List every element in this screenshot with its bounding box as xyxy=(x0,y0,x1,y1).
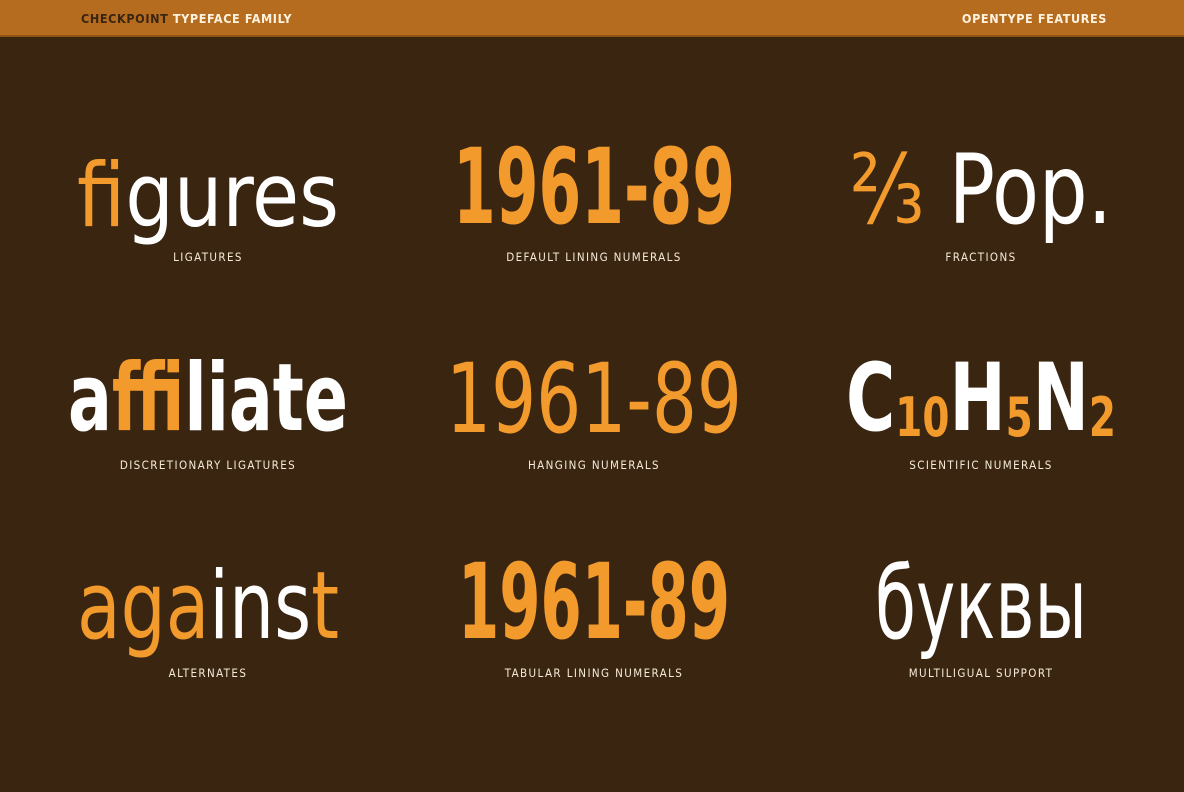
caption-discretionary-ligatures: DISCRETIONARY LIGATURES xyxy=(119,458,297,472)
caption-multilingual-support: MULTILIGUAL SUPPORT xyxy=(908,666,1054,680)
sample-default-lining-glyphs: 1961-89 xyxy=(453,126,735,248)
default-lining-number: 1961-89 xyxy=(453,126,735,248)
fractions-text: ⅔ Pop. xyxy=(850,134,1112,246)
alternates-part-1: ins xyxy=(209,552,311,661)
section-title: OPENTYPE FEATURES xyxy=(961,11,1107,26)
alternates-word: against xyxy=(77,552,339,661)
scientific-part-0: C xyxy=(846,344,895,453)
tabular-part-0: 1961-89 xyxy=(458,541,730,663)
hanging-number: 1961-89 xyxy=(446,343,742,455)
brand-name: CHECKPOINT xyxy=(81,11,169,26)
scientific-formula: C10H5N2 xyxy=(846,344,1116,453)
default_lining-part-0: 1961-89 xyxy=(453,126,735,248)
brand-title: CHECKPOINT TYPEFACE FAMILY xyxy=(81,11,292,26)
tabular-number: 1961-89 xyxy=(458,541,730,663)
scientific-part-3: 5 xyxy=(1006,385,1033,449)
hanging-part-0: 1961-89 xyxy=(446,343,742,455)
caption-alternates: ALTERNATES xyxy=(168,666,248,680)
alternates-part-2: t xyxy=(311,552,339,661)
sample-scientific-numerals: C10H5N2 SCIENTIFIC NUMERALS xyxy=(811,318,1151,508)
sample-alternates-glyphs: against xyxy=(77,552,339,661)
sample-hanging-numerals: 1961-89 HANGING NUMERALS xyxy=(424,318,764,508)
scientific-part-4: N xyxy=(1033,344,1089,453)
alternates-part-0: aga xyxy=(77,552,209,661)
sample-multilingual-support: буквы MULTILIGUAL SUPPORT xyxy=(811,526,1151,716)
scientific-part-2: H xyxy=(949,344,1005,453)
sample-fractions-glyphs: ⅔ Pop. xyxy=(850,134,1112,246)
sample-discretionary-ligatures: affiliate DISCRETIONARY LIGATURES xyxy=(38,318,378,508)
caption-default-lining-numerals: DEFAULT LINING NUMERALS xyxy=(506,250,682,264)
ligatures-part-0: fi xyxy=(77,144,125,247)
sample-hanging-glyphs: 1961-89 xyxy=(446,343,742,455)
sample-tabular-glyphs: 1961-89 xyxy=(458,541,730,663)
caption-tabular-lining-numerals: TABULAR LINING NUMERALS xyxy=(504,666,684,680)
discretionary-part-0: a xyxy=(68,344,112,453)
caption-scientific-numerals: SCIENTIFIC NUMERALS xyxy=(909,458,1053,472)
caption-ligatures: LIGATURES xyxy=(173,250,243,264)
sample-ligatures-glyphs: figures xyxy=(77,144,339,247)
ligatures-word: figures xyxy=(77,144,339,247)
sample-tabular-lining-numerals: 1961-89 TABULAR LINING NUMERALS xyxy=(424,526,764,716)
sample-ligatures: figures LIGATURES xyxy=(38,110,378,300)
sample-alternates: against ALTERNATES xyxy=(38,526,378,716)
sample-fractions: ⅔ Pop. FRACTIONS xyxy=(811,110,1151,300)
top-bar: CHECKPOINT TYPEFACE FAMILY OPENTYPE FEAT… xyxy=(0,0,1184,37)
brand-subtitle: TYPEFACE FAMILY xyxy=(168,11,293,26)
discretionary-part-1: ffi xyxy=(112,344,185,453)
sample-discretionary-glyphs: affiliate xyxy=(68,344,348,453)
scientific-part-1: 10 xyxy=(895,385,949,449)
fractions-part-0: ⅔ xyxy=(850,134,924,246)
multilingual-part-0: буквы xyxy=(875,545,1087,662)
caption-hanging-numerals: HANGING NUMERALS xyxy=(527,458,660,472)
sample-default-lining-numerals: 1961-89 DEFAULT LINING NUMERALS xyxy=(424,110,764,300)
sample-scientific-glyphs: C10H5N2 xyxy=(846,344,1116,453)
sample-multilingual-glyphs: буквы xyxy=(875,545,1087,662)
ligatures-part-1: gures xyxy=(125,144,339,247)
discretionary-part-2: liate xyxy=(184,344,348,453)
multilingual-word: буквы xyxy=(875,545,1087,662)
discretionary-word: affiliate xyxy=(68,344,348,453)
caption-fractions: FRACTIONS xyxy=(945,250,1017,264)
fractions-part-1: Pop. xyxy=(924,134,1112,246)
scientific-part-5: 2 xyxy=(1089,385,1116,449)
